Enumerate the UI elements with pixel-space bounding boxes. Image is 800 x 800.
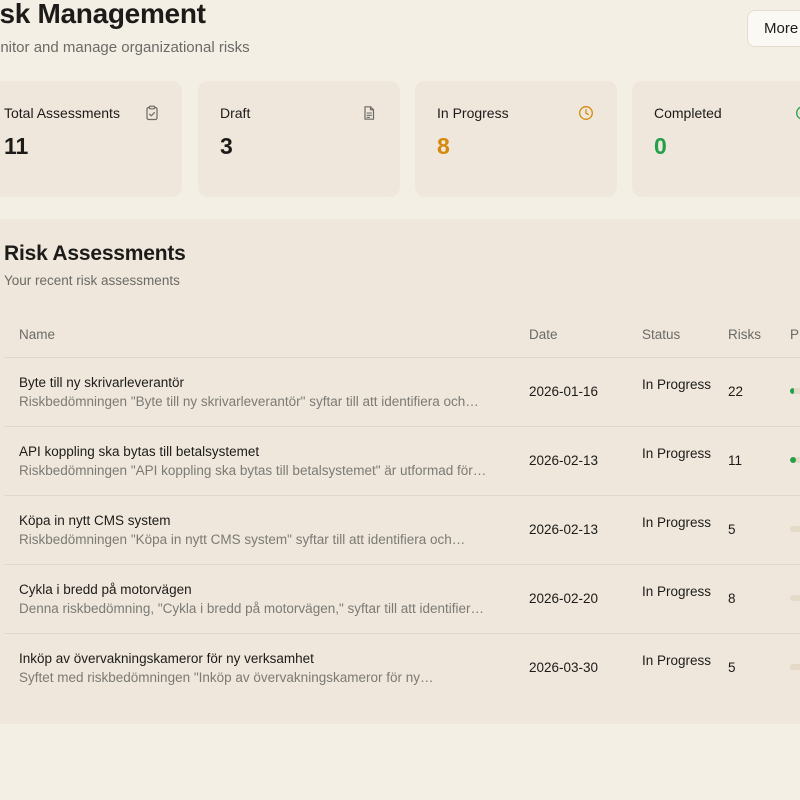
page-subtitle: onitor and manage organizational risks (0, 39, 250, 56)
assessment-status: In Progress (642, 584, 712, 599)
table-row[interactable]: Byte till ny skrivarleverantör Riskbedöm… (4, 357, 800, 426)
progress-bar-fill (790, 388, 794, 394)
stat-value: 11 (4, 133, 29, 159)
assessment-description: Riskbedömningen "API koppling ska bytas … (19, 463, 487, 478)
stat-card-draft: Draft 3 (198, 81, 400, 197)
assessment-status: In Progress (642, 377, 712, 392)
column-header-progress[interactable]: P (790, 327, 799, 342)
assessment-name[interactable]: Byte till ny skrivarleverantör (19, 375, 499, 390)
clipboard-check-icon (146, 105, 158, 121)
assessment-name[interactable]: Köpa in nytt CMS system (19, 513, 499, 528)
progress-bar (790, 388, 800, 394)
assessment-risk-count: 5 (728, 660, 736, 675)
progress-bar (790, 595, 800, 601)
table-row[interactable]: Inköp av övervakningskameror för ny verk… (4, 633, 800, 702)
assessment-risk-count: 5 (728, 522, 736, 537)
stat-card-in-progress: In Progress 8 (415, 81, 617, 197)
more-actions-button[interactable]: More A (747, 10, 800, 47)
assessment-status: In Progress (642, 515, 712, 530)
assessment-status: In Progress (642, 653, 712, 668)
progress-bar-fill (790, 457, 796, 463)
stat-value: 8 (437, 133, 450, 159)
assessment-name[interactable]: API koppling ska bytas till betalsysteme… (19, 444, 499, 459)
assessment-description: Riskbedömningen "Byte till ny skrivarlev… (19, 394, 479, 409)
document-icon (364, 106, 375, 120)
assessment-date: 2026-01-16 (529, 384, 599, 399)
stat-card-total-assessments: Total Assessments 11 (0, 81, 182, 197)
assessment-risk-count: 11 (728, 453, 743, 468)
progress-bar (790, 526, 800, 532)
risk-management-page: isk Management onitor and manage organiz… (0, 0, 800, 800)
stat-card-completed: Completed 0 (632, 81, 800, 197)
column-header-status[interactable]: Status (642, 327, 680, 342)
check-circle-icon (796, 106, 800, 120)
clock-icon (579, 106, 593, 120)
table-row[interactable]: Köpa in nytt CMS system Riskbedömningen … (4, 495, 800, 564)
table-row[interactable]: Cykla i bredd på motorvägen Denna riskbe… (4, 564, 800, 633)
assessment-description: Syftet med riskbedömningen "Inköp av öve… (19, 670, 434, 685)
panel-title: Risk Assessments (4, 242, 186, 265)
assessment-description: Denna riskbedömning, "Cykla i bredd på m… (19, 601, 485, 616)
stat-label: Total Assessments (4, 105, 120, 121)
assessment-name[interactable]: Inköp av övervakningskameror för ny verk… (19, 651, 499, 666)
assessment-description: Riskbedömningen "Köpa in nytt CMS system… (19, 532, 466, 547)
assessment-date: 2026-02-20 (529, 591, 599, 606)
assessment-risk-count: 8 (728, 591, 736, 606)
progress-bar (790, 664, 800, 670)
column-header-risks[interactable]: Risks (728, 327, 761, 342)
assessment-date: 2026-03-30 (529, 660, 599, 675)
assessment-risk-count: 22 (728, 384, 744, 399)
stat-value: 0 (654, 133, 667, 159)
stat-label: In Progress (437, 105, 509, 121)
stat-label: Draft (220, 105, 251, 121)
column-header-name[interactable]: Name (19, 327, 55, 342)
progress-bar (790, 457, 800, 463)
risk-assessments-panel: Risk Assessments Your recent risk assess… (0, 219, 800, 724)
table-row[interactable]: API koppling ska bytas till betalsysteme… (4, 426, 800, 495)
page-title: isk Management (0, 0, 206, 29)
stat-value: 3 (220, 133, 233, 159)
stat-label: Completed (654, 105, 722, 121)
panel-subtitle: Your recent risk assessments (4, 273, 180, 288)
assessment-date: 2026-02-13 (529, 453, 599, 468)
assessment-status: In Progress (642, 446, 712, 461)
assessment-name[interactable]: Cykla i bredd på motorvägen (19, 582, 499, 597)
assessment-date: 2026-02-13 (529, 522, 599, 537)
column-header-date[interactable]: Date (529, 327, 558, 342)
